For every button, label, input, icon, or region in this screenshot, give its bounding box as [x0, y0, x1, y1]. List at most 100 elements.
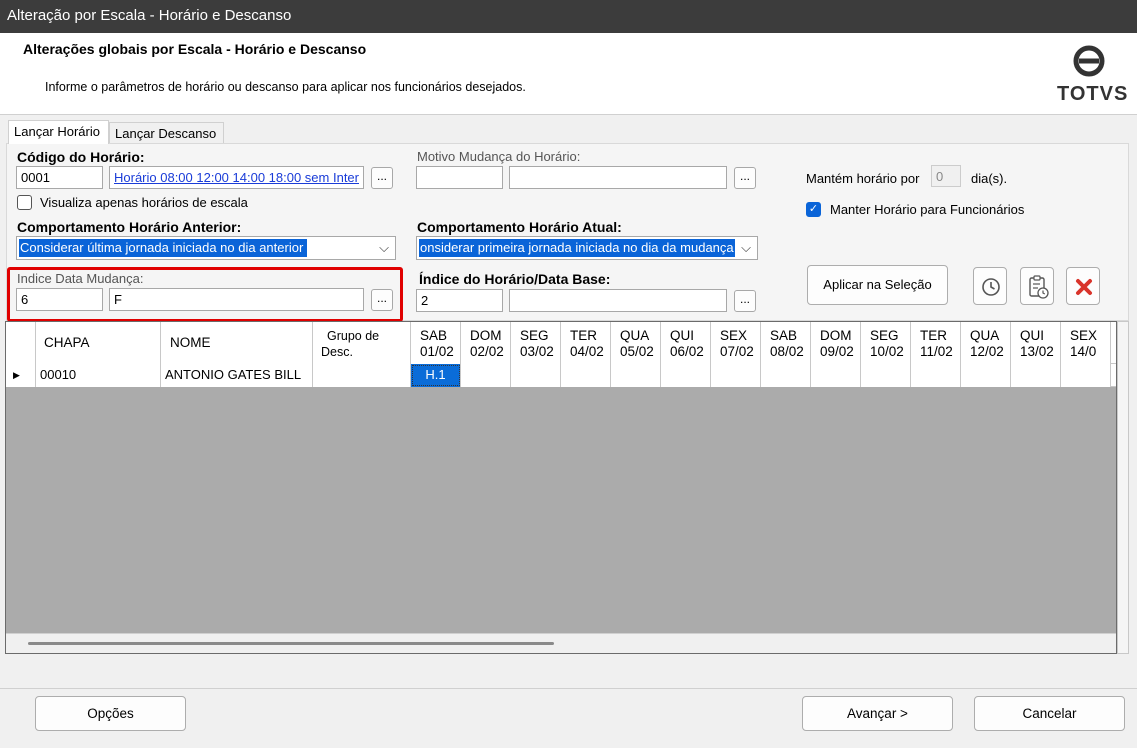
motivo-lookup-button[interactable]: ...: [734, 167, 756, 189]
vertical-scrollbar[interactable]: [1117, 321, 1129, 654]
cell-nome[interactable]: ANTONIO GATES BILL: [161, 364, 313, 387]
col-day[interactable]: SEX 07/02: [711, 322, 761, 364]
col-day[interactable]: SEG 10/02: [861, 322, 911, 364]
cell-day[interactable]: [1061, 364, 1111, 387]
totvs-logo: TOTVS: [1053, 43, 1129, 105]
window-titlebar: Alteração por Escala - Horário e Descans…: [0, 0, 1137, 33]
col-day-name: DOM: [470, 328, 502, 343]
col-day-date: 10/02: [870, 344, 904, 359]
motivo-desc-input[interactable]: [509, 166, 727, 189]
col-grupo-line1: Grupo de: [327, 329, 380, 343]
codigo-lookup-button[interactable]: ...: [371, 167, 393, 189]
comp-atual-select[interactable]: onsiderar primeira jornada iniciada no d…: [416, 236, 758, 260]
logo-text: TOTVS: [1057, 83, 1129, 105]
indice-base-input[interactable]: 2: [416, 289, 503, 312]
horizontal-scrollbar[interactable]: [6, 633, 1116, 653]
avancar-button[interactable]: Avançar >: [802, 696, 953, 731]
col-day-date: 13/02: [1020, 344, 1054, 359]
cell-day[interactable]: [911, 364, 961, 387]
mantem-suffix: dia(s).: [971, 171, 1008, 186]
cancelar-button[interactable]: Cancelar: [974, 696, 1125, 731]
tab-lancar-horario[interactable]: Lançar Horário: [8, 120, 109, 144]
scrollbar-thumb[interactable]: [28, 642, 554, 645]
opcoes-button[interactable]: Opções: [35, 696, 186, 731]
cell-day[interactable]: [961, 364, 1011, 387]
col-day-date: 12/02: [970, 344, 1004, 359]
codigo-desc-link[interactable]: Horário 08:00 12:00 14:00 18:00 sem Inte…: [109, 166, 364, 189]
col-day[interactable]: SAB 01/02: [411, 322, 461, 364]
col-day-name: QUI: [670, 328, 695, 343]
col-day[interactable]: DOM 02/02: [461, 322, 511, 364]
col-day-name: QUA: [620, 328, 650, 343]
cell-day[interactable]: [811, 364, 861, 387]
cell-day[interactable]: [761, 364, 811, 387]
col-nome[interactable]: NOME: [161, 322, 313, 364]
col-day[interactable]: QUI 13/02: [1011, 322, 1061, 364]
comp-anterior-value: Considerar última jornada iniciada no di…: [19, 239, 307, 257]
table-row[interactable]: ▶ 00010 ANTONIO GATES BILL H.1: [6, 364, 1116, 387]
col-day-date: 05/02: [620, 344, 654, 359]
col-day-name: SAB: [770, 328, 798, 343]
col-day-name: SEX: [720, 328, 748, 343]
delete-button[interactable]: [1066, 267, 1100, 305]
highlight-box: [7, 267, 403, 322]
col-day-name: TER: [570, 328, 597, 343]
col-day-date: 07/02: [720, 344, 754, 359]
row-header-corner: [6, 322, 36, 364]
cell-grupo[interactable]: [313, 364, 411, 387]
col-day-date: 11/02: [920, 344, 953, 359]
motivo-code-input[interactable]: [416, 166, 503, 189]
comp-anterior-select[interactable]: Considerar última jornada iniciada no di…: [16, 236, 396, 260]
manter-checkbox[interactable]: ✓: [806, 202, 821, 217]
col-day-date: 14/0: [1070, 344, 1097, 359]
cell-day[interactable]: [461, 364, 511, 387]
col-grupo-line2: Desc.: [321, 345, 353, 359]
cell-day[interactable]: [661, 364, 711, 387]
manter-label: Manter Horário para Funcionários: [830, 202, 1025, 217]
wizard-header: Alterações globais por Escala - Horário …: [0, 33, 1137, 115]
cell-day-selected[interactable]: H.1: [411, 364, 461, 387]
col-day[interactable]: TER 04/02: [561, 322, 611, 364]
window-title: Alteração por Escala - Horário e Descans…: [7, 7, 292, 24]
cell-day[interactable]: [511, 364, 561, 387]
col-day-name: SEG: [520, 328, 549, 343]
comp-atual-label: Comportamento Horário Atual:: [417, 219, 622, 235]
codigo-label: Código do Horário:: [17, 149, 145, 165]
clock-button[interactable]: [973, 267, 1007, 305]
clipboard-button[interactable]: [1020, 267, 1054, 305]
col-day[interactable]: QUA 12/02: [961, 322, 1011, 364]
col-chapa[interactable]: CHAPA: [36, 322, 161, 364]
totvs-logo-icon: [1073, 45, 1105, 77]
chevron-down-icon: ⌵: [379, 240, 389, 255]
col-day[interactable]: SEX 14/0: [1061, 322, 1111, 364]
visualiza-checkbox[interactable]: [17, 195, 32, 210]
col-grupo-desc[interactable]: Grupo de Desc.: [313, 322, 411, 364]
aplicar-selecao-button[interactable]: Aplicar na Seleção: [807, 265, 948, 305]
clipboard-clock-icon: [1029, 275, 1049, 299]
col-day[interactable]: TER 11/02: [911, 322, 961, 364]
col-day-date: 02/02: [470, 344, 504, 359]
col-day-date: 08/02: [770, 344, 804, 359]
cell-day[interactable]: [561, 364, 611, 387]
col-day-name: SAB: [420, 328, 448, 343]
col-day[interactable]: QUI 06/02: [661, 322, 711, 364]
visualiza-label: Visualiza apenas horários de escala: [40, 195, 248, 210]
cell-chapa[interactable]: 00010: [36, 364, 161, 387]
cell-day[interactable]: [711, 364, 761, 387]
chevron-down-icon: ⌵: [741, 240, 751, 255]
mantem-prefix: Mantém horário por: [806, 171, 920, 186]
indice-base-lookup-button[interactable]: ...: [734, 290, 756, 312]
col-day[interactable]: QUA 05/02: [611, 322, 661, 364]
mantem-dias-input[interactable]: 0: [931, 165, 961, 187]
schedule-grid[interactable]: CHAPA NOME Grupo de Desc. SAB 01/02 DOM 02/…: [5, 321, 1117, 654]
codigo-input[interactable]: 0001: [16, 166, 103, 189]
tab-lancar-descanso[interactable]: Lançar Descanso: [109, 122, 224, 144]
cell-day[interactable]: [611, 364, 661, 387]
col-day-name: DOM: [820, 328, 852, 343]
col-day[interactable]: SAB 08/02: [761, 322, 811, 364]
cell-day[interactable]: [1011, 364, 1061, 387]
indice-base-desc-input[interactable]: [509, 289, 727, 312]
cell-day[interactable]: [861, 364, 911, 387]
col-day[interactable]: DOM 09/02: [811, 322, 861, 364]
col-day[interactable]: SEG 03/02: [511, 322, 561, 364]
